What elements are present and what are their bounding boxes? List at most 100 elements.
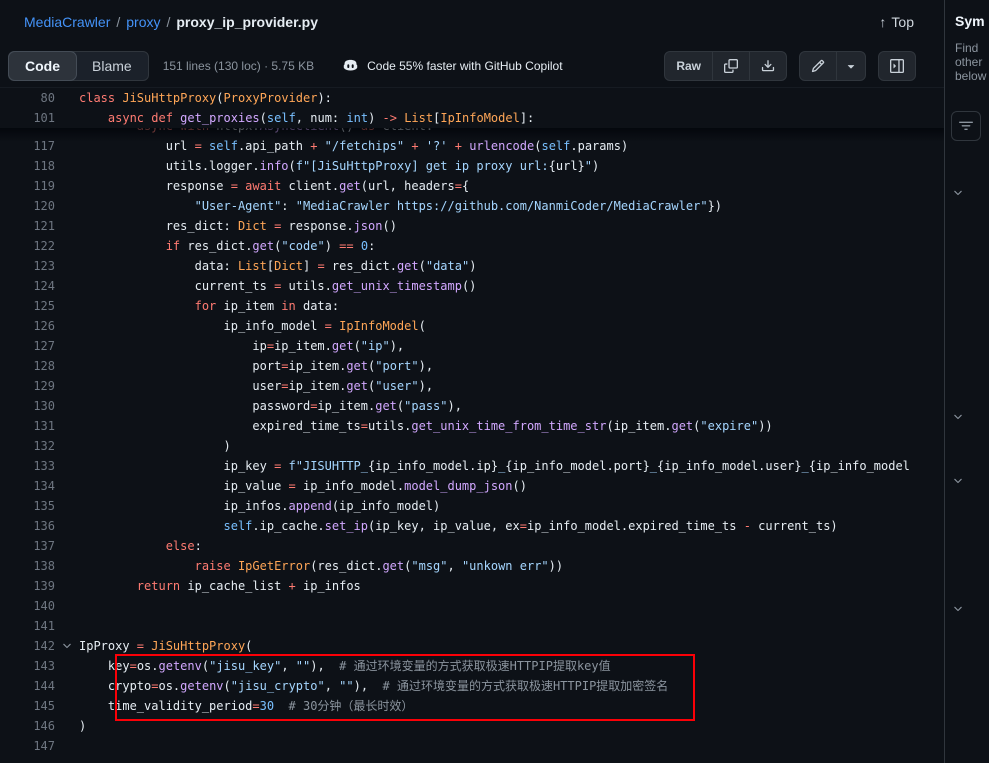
gutter-spacer [55,456,79,476]
gutter-spacer [55,556,79,576]
code-text: url = self.api_path + "/fetchips" + '?' … [79,136,944,156]
code-text: if res_dict.get("code") == 0: [79,236,944,256]
breadcrumb-file-name: proxy_ip_provider.py [176,14,318,30]
code-line: 139 return ip_cache_list + ip_infos [0,576,944,596]
raw-button[interactable]: Raw [665,52,712,80]
line-number[interactable]: 121 [0,216,55,236]
code-line: 133 ip_key = f"JISUHTTP_{ip_info_model.i… [0,456,944,476]
code-text: ip=ip_item.get("ip"), [79,336,944,356]
gutter-spacer [55,236,79,256]
edit-button[interactable] [800,52,836,80]
line-number[interactable]: 117 [0,136,55,156]
code-line: 123 data: List[Dict] = res_dict.get("dat… [0,256,944,276]
line-collapse-toggle[interactable] [55,636,79,656]
gutter-spacer [55,396,79,416]
code-line: 137 else: [0,536,944,556]
gutter-spacer [55,656,79,676]
gutter-spacer [55,616,79,636]
line-number[interactable]: 131 [0,416,55,436]
symbols-panel-title: Sym [945,0,989,29]
symbol-group-chevron-down-icon[interactable] [951,602,965,616]
line-number[interactable]: 129 [0,376,55,396]
line-number[interactable]: 118 [0,156,55,176]
file-actions: Raw [664,51,916,81]
line-number[interactable]: 128 [0,356,55,376]
code-text: ip_info_model = IpInfoModel( [79,316,944,336]
breadcrumb-folder-link[interactable]: proxy [126,14,160,30]
line-number[interactable]: 122 [0,236,55,256]
gutter-spacer [55,108,79,128]
code-line: 101 async def get_proxies(self, num: int… [0,108,944,128]
line-number[interactable]: 101 [0,108,55,128]
line-number[interactable]: 134 [0,476,55,496]
code-text: ip_value = ip_info_model.model_dump_json… [79,476,944,496]
code-line: 147 [0,736,944,756]
line-number[interactable]: 137 [0,536,55,556]
gutter-spacer [55,216,79,236]
line-number[interactable]: 125 [0,296,55,316]
symbols-panel-toggle-button[interactable] [879,52,915,80]
line-number[interactable]: 126 [0,316,55,336]
line-number[interactable]: 119 [0,176,55,196]
symbols-description-line: below [955,69,989,83]
code-line: 129 user=ip_item.get("user"), [0,376,944,396]
line-number[interactable]: 80 [0,88,55,108]
line-number[interactable]: 144 [0,676,55,696]
line-number[interactable]: 141 [0,616,55,636]
tab-code[interactable]: Code [9,52,76,80]
code-text: data: List[Dict] = res_dict.get("data") [79,256,944,276]
code-line: 136 self.ip_cache.set_ip(ip_key, ip_valu… [0,516,944,536]
file-toolbar: Code Blame 151 lines (130 loc) · 5.75 KB… [0,44,944,88]
code-text: "User-Agent": "MediaCrawler https://gith… [79,196,944,216]
line-number[interactable]: 127 [0,336,55,356]
line-number[interactable]: 140 [0,596,55,616]
gutter-spacer [55,416,79,436]
symbol-group-chevron-down-icon[interactable] [951,186,965,200]
panel-toggle-group [878,51,916,81]
code-lines: async with httpx.AsyncClient() as client… [0,116,944,756]
copilot-banner[interactable]: Code 55% faster with GitHub Copilot [342,57,562,74]
line-number[interactable]: 147 [0,736,55,756]
line-number[interactable]: 120 [0,196,55,216]
code-text: response = await client.get(url, headers… [79,176,944,196]
symbol-group-chevron-down-icon[interactable] [951,410,965,424]
filter-symbols-button[interactable] [951,111,981,141]
code-line: 144 crypto=os.getenv("jisu_crypto", ""),… [0,676,944,696]
line-number[interactable]: 142 [0,636,55,656]
code-line: 122 if res_dict.get("code") == 0: [0,236,944,256]
breadcrumb-repo-link[interactable]: MediaCrawler [24,14,110,30]
sidebar-panel-icon [890,59,904,73]
line-number[interactable]: 132 [0,436,55,456]
gutter-spacer [55,716,79,736]
code-text: return ip_cache_list + ip_infos [79,576,944,596]
code-line: 131 expired_time_ts=utils.get_unix_time_… [0,416,944,436]
tab-blame[interactable]: Blame [76,52,148,80]
filter-icon [959,119,973,133]
download-button[interactable] [749,52,786,80]
code-text: port=ip_item.get("port"), [79,356,944,376]
code-text: user=ip_item.get("user"), [79,376,944,396]
gutter-spacer [55,376,79,396]
line-number[interactable]: 139 [0,576,55,596]
line-number[interactable]: 130 [0,396,55,416]
copy-button[interactable] [712,52,749,80]
gutter-spacer [55,496,79,516]
line-number[interactable]: 135 [0,496,55,516]
line-number[interactable]: 133 [0,456,55,476]
line-number[interactable]: 145 [0,696,55,716]
triangle-down-icon [844,59,858,73]
line-number[interactable]: 146 [0,716,55,736]
code-blame-switch: Code Blame [8,51,149,81]
line-number[interactable]: 143 [0,656,55,676]
download-icon [761,59,775,73]
code-text [79,596,944,616]
gutter-spacer [55,356,79,376]
edit-dropdown-button[interactable] [836,52,865,80]
line-number[interactable]: 123 [0,256,55,276]
line-number[interactable]: 136 [0,516,55,536]
symbol-group-chevron-down-icon[interactable] [951,474,965,488]
code-line: 128 port=ip_item.get("port"), [0,356,944,376]
back-to-top-link[interactable]: ↑ Top [879,14,914,30]
line-number[interactable]: 138 [0,556,55,576]
line-number[interactable]: 124 [0,276,55,296]
